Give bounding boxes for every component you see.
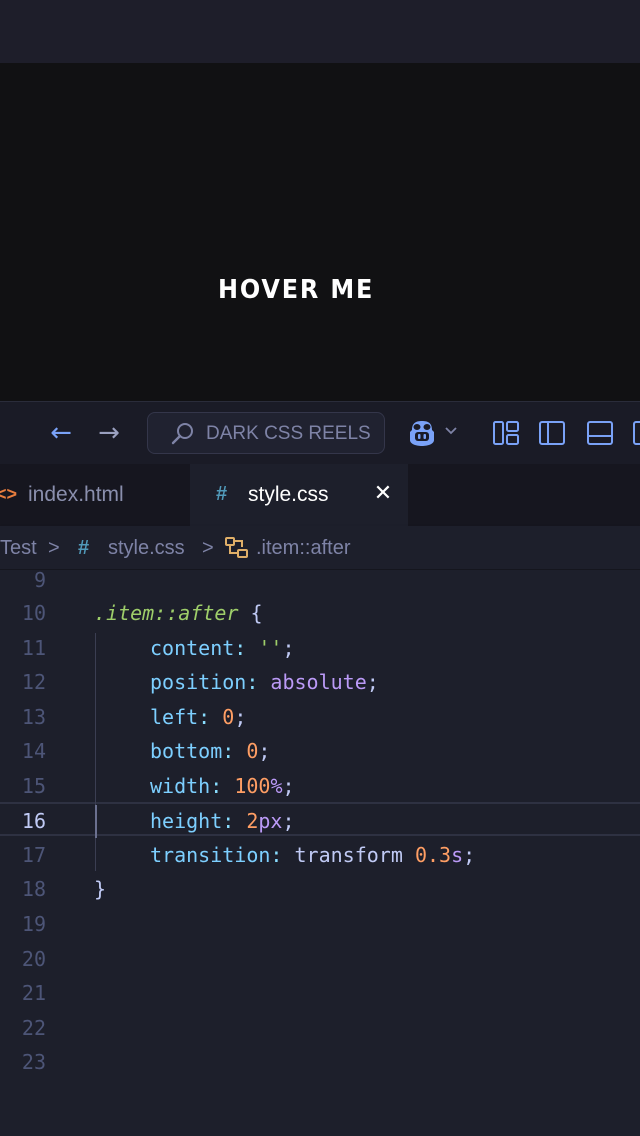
css-file-icon: # — [78, 537, 90, 559]
code-line: 15 width: 100%; — [0, 769, 640, 803]
css-value: absolute — [270, 670, 367, 694]
close-brace: } — [94, 877, 107, 901]
css-semicolon: ; — [366, 670, 379, 694]
css-semicolon: ; — [282, 636, 295, 660]
css-value: '' — [258, 636, 283, 660]
line-number: 13 — [21, 705, 46, 729]
close-icon[interactable]: ✕ — [370, 478, 396, 508]
indent-guide-active — [95, 805, 97, 838]
search-icon — [171, 423, 193, 445]
css-value: 2 — [246, 809, 259, 833]
css-semicolon: ; — [258, 739, 271, 763]
css-unit: px — [258, 809, 283, 833]
tab-index-html[interactable]: <> index.html — [0, 464, 188, 526]
preview-pane: HOVER ME — [0, 63, 640, 401]
css-property: width — [150, 774, 211, 798]
code-line: 21 — [0, 976, 640, 1010]
css-number: 0.3 — [414, 843, 452, 867]
css-value: 0 — [222, 705, 235, 729]
back-arrow-icon[interactable]: ← — [46, 416, 76, 450]
css-unit: s — [451, 843, 464, 867]
line-number: 9 — [33, 568, 46, 592]
chevron-down-icon[interactable] — [444, 424, 458, 438]
breadcrumb-file[interactable]: style.css — [108, 537, 185, 560]
line-number: 15 — [21, 774, 46, 798]
copilot-icon[interactable] — [406, 418, 438, 448]
css-colon: : — [222, 809, 247, 833]
command-center-search[interactable]: DARK CSS REELS — [147, 412, 385, 454]
css-colon: : — [234, 636, 259, 660]
css-value: 0 — [246, 739, 259, 763]
css-colon: : — [270, 843, 295, 867]
css-semicolon: ; — [282, 774, 295, 798]
html-file-icon: <> — [0, 484, 18, 504]
line-number: 16 — [21, 809, 46, 833]
css-semicolon: ; — [234, 705, 247, 729]
breadcrumb-separator: > — [202, 537, 214, 559]
css-property: position — [150, 670, 247, 694]
code-line: 11 content: ''; — [0, 631, 640, 665]
css-file-icon: # — [216, 483, 228, 505]
line-number: 12 — [21, 670, 46, 694]
toggle-panel-icon[interactable] — [586, 420, 614, 446]
css-property: content — [150, 636, 235, 660]
css-colon: : — [246, 670, 271, 694]
title-bar: ← → DARK CSS REELS — [0, 401, 640, 464]
css-value: transform — [294, 843, 415, 867]
line-number: 21 — [21, 981, 46, 1005]
css-property: left — [150, 705, 199, 729]
line-number: 11 — [21, 636, 46, 660]
customize-layout-icon[interactable] — [492, 420, 520, 446]
code-line: 9 — [0, 563, 640, 597]
line-number: 14 — [21, 739, 46, 763]
code-line: 18 } — [0, 872, 640, 906]
css-property: transition — [150, 843, 271, 867]
css-colon: : — [210, 774, 235, 798]
app-root: HOVER ME ← → DARK CSS REELS <> index.htm… — [0, 0, 640, 1136]
css-semicolon: ; — [282, 809, 295, 833]
css-semicolon: ; — [463, 843, 476, 867]
line-number: 19 — [21, 912, 46, 936]
code-editor[interactable]: 9 10 .item::after { 11 content: ''; 12 p… — [0, 568, 640, 1136]
breadcrumb-symbol[interactable]: .item::after — [256, 537, 350, 560]
code-line: 13 left: 0; — [0, 700, 640, 734]
line-number: 18 — [21, 877, 46, 901]
line-number: 17 — [21, 843, 46, 867]
symbol-class-icon — [225, 537, 248, 558]
css-value: 100 — [234, 774, 271, 798]
code-line: 23 — [0, 1045, 640, 1079]
hover-me-text[interactable]: HOVER ME — [218, 275, 374, 305]
code-line: 22 — [0, 1011, 640, 1045]
command-center-label: DARK CSS REELS — [206, 423, 371, 444]
css-property: height — [150, 809, 223, 833]
breadcrumb-separator: > — [48, 537, 60, 559]
css-property: bottom — [150, 739, 223, 763]
code-line: 20 — [0, 942, 640, 976]
top-bar — [0, 0, 640, 63]
editor-tab-bar: <> index.html # style.css ✕ — [0, 464, 640, 526]
css-selector: .item::after — [94, 601, 239, 625]
open-brace: { — [238, 601, 263, 625]
css-colon: : — [222, 739, 247, 763]
code-line: 17 transition: transform 0.3s; — [0, 838, 640, 872]
forward-arrow-icon[interactable]: → — [94, 416, 124, 450]
code-line: 10 .item::after { — [0, 596, 640, 630]
toggle-secondary-sidebar-icon[interactable] — [632, 420, 640, 446]
tab-label: style.css — [248, 483, 329, 506]
code-line: 12 position: absolute; — [0, 665, 640, 699]
code-line: 14 bottom: 0; — [0, 734, 640, 768]
line-number: 10 — [21, 601, 46, 625]
code-line: 19 — [0, 907, 640, 941]
breadcrumb-folder[interactable]: Test — [0, 537, 37, 560]
tab-label: index.html — [28, 483, 124, 506]
css-colon: : — [198, 705, 223, 729]
css-unit: % — [270, 774, 283, 798]
line-number: 23 — [21, 1050, 46, 1074]
line-number: 22 — [21, 1016, 46, 1040]
toggle-sidebar-icon[interactable] — [538, 420, 566, 446]
line-number: 20 — [21, 947, 46, 971]
tab-style-css[interactable]: # style.css ✕ — [190, 464, 408, 526]
